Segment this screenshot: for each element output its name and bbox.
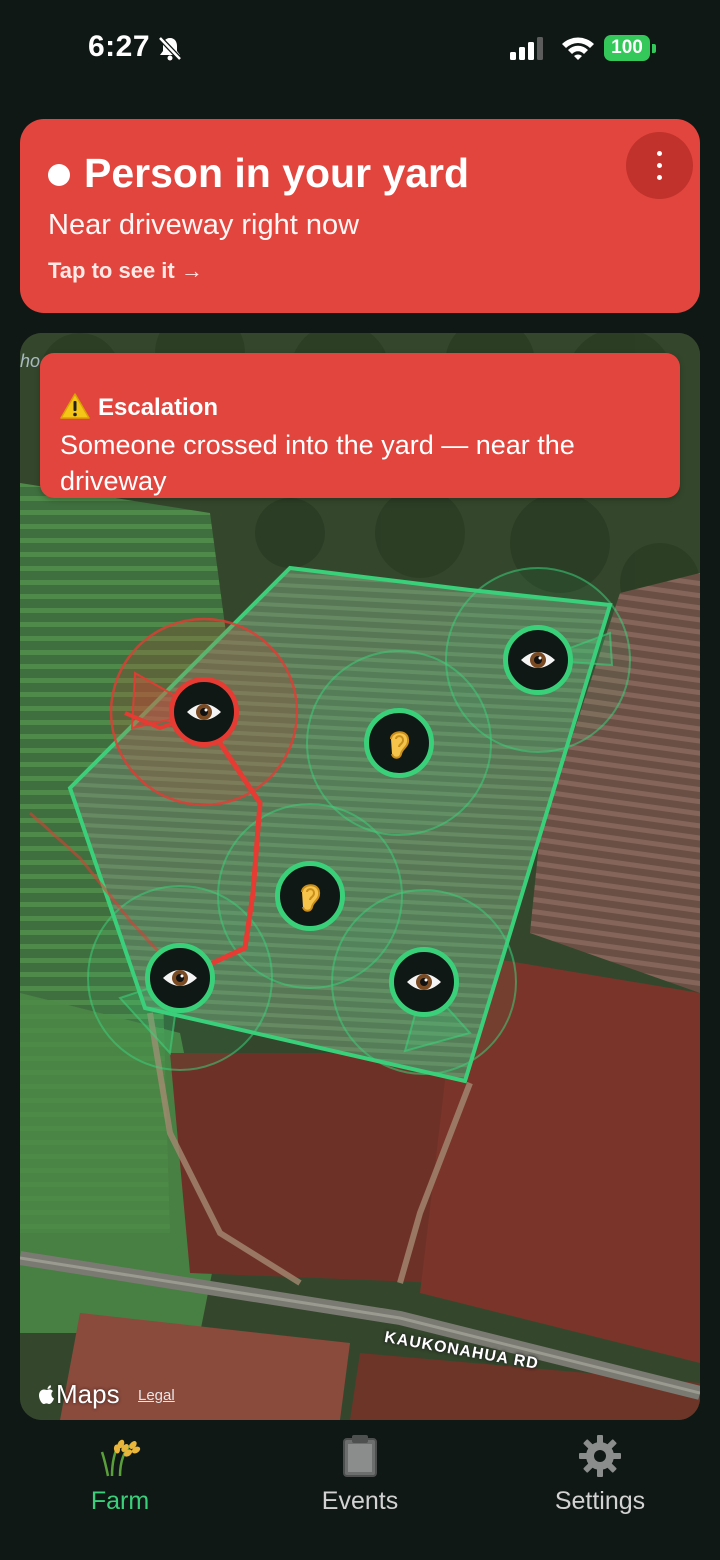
apple-logo-icon: [39, 1385, 54, 1404]
bell-slash-icon: [158, 36, 182, 61]
camera-sensor[interactable]: [389, 947, 459, 1017]
eye-icon: [521, 652, 555, 668]
status-bar: 6:27 100: [0, 0, 720, 100]
tab-bar: Farm Events Settings: [0, 1420, 720, 1560]
microphone-sensor[interactable]: [275, 861, 345, 931]
eye-icon: [407, 974, 441, 990]
camera-sensor-alert[interactable]: [169, 677, 239, 747]
alert-action-link[interactable]: Tap to see it →: [48, 257, 203, 285]
tab-farm-label: Farm: [90, 1487, 150, 1515]
ear-icon: [301, 884, 321, 912]
apple-maps-logo: Maps: [38, 1379, 120, 1410]
escalation-text: Someone crossed into the yard — near the…: [60, 430, 575, 496]
camera-sensor[interactable]: [145, 943, 215, 1013]
battery-icon: 100: [604, 35, 656, 61]
status-time: 6:27: [88, 30, 151, 63]
microphone-sensor[interactable]: [364, 708, 434, 778]
more-dot: [657, 175, 662, 180]
tab-events-label: Events: [321, 1487, 399, 1515]
more-dot: [657, 151, 662, 156]
camera-sensor[interactable]: [503, 625, 573, 695]
battery-cap: [652, 44, 656, 53]
alert-subtitle: Near driveway right now: [48, 209, 360, 241]
clipboard-icon: [343, 1435, 377, 1477]
rice-icon: [100, 1439, 141, 1477]
warning-icon: [60, 393, 90, 419]
escalation-banner[interactable]: Escalation Someone crossed into the yard…: [40, 353, 680, 498]
person-alert-card[interactable]: Person in your yard Near driveway right …: [20, 119, 700, 313]
escalation-title-text: Escalation: [98, 394, 219, 421]
maps-logo-text: Maps: [56, 1379, 120, 1409]
signal-icon: [510, 37, 543, 60]
battery-level: 100: [604, 35, 650, 61]
more-options-button[interactable]: [626, 132, 693, 199]
gear-icon: [579, 1435, 621, 1477]
tab-farm[interactable]: Farm: [20, 1434, 220, 1534]
farm-map[interactable]: ho Stream N: [20, 333, 700, 1420]
escalation-title: Escalation: [60, 393, 218, 423]
tab-settings-label: Settings: [554, 1487, 646, 1515]
ear-icon: [390, 731, 410, 759]
alert-title: Person in your yard: [84, 150, 470, 196]
tab-settings[interactable]: Settings: [500, 1434, 700, 1534]
legal-link[interactable]: Legal: [138, 1387, 175, 1404]
more-dot: [657, 163, 662, 168]
eye-icon: [163, 970, 197, 986]
live-dot-icon: [48, 164, 70, 186]
tab-events[interactable]: Events: [260, 1434, 460, 1534]
eye-icon: [187, 704, 221, 720]
wifi-icon: [562, 37, 594, 60]
